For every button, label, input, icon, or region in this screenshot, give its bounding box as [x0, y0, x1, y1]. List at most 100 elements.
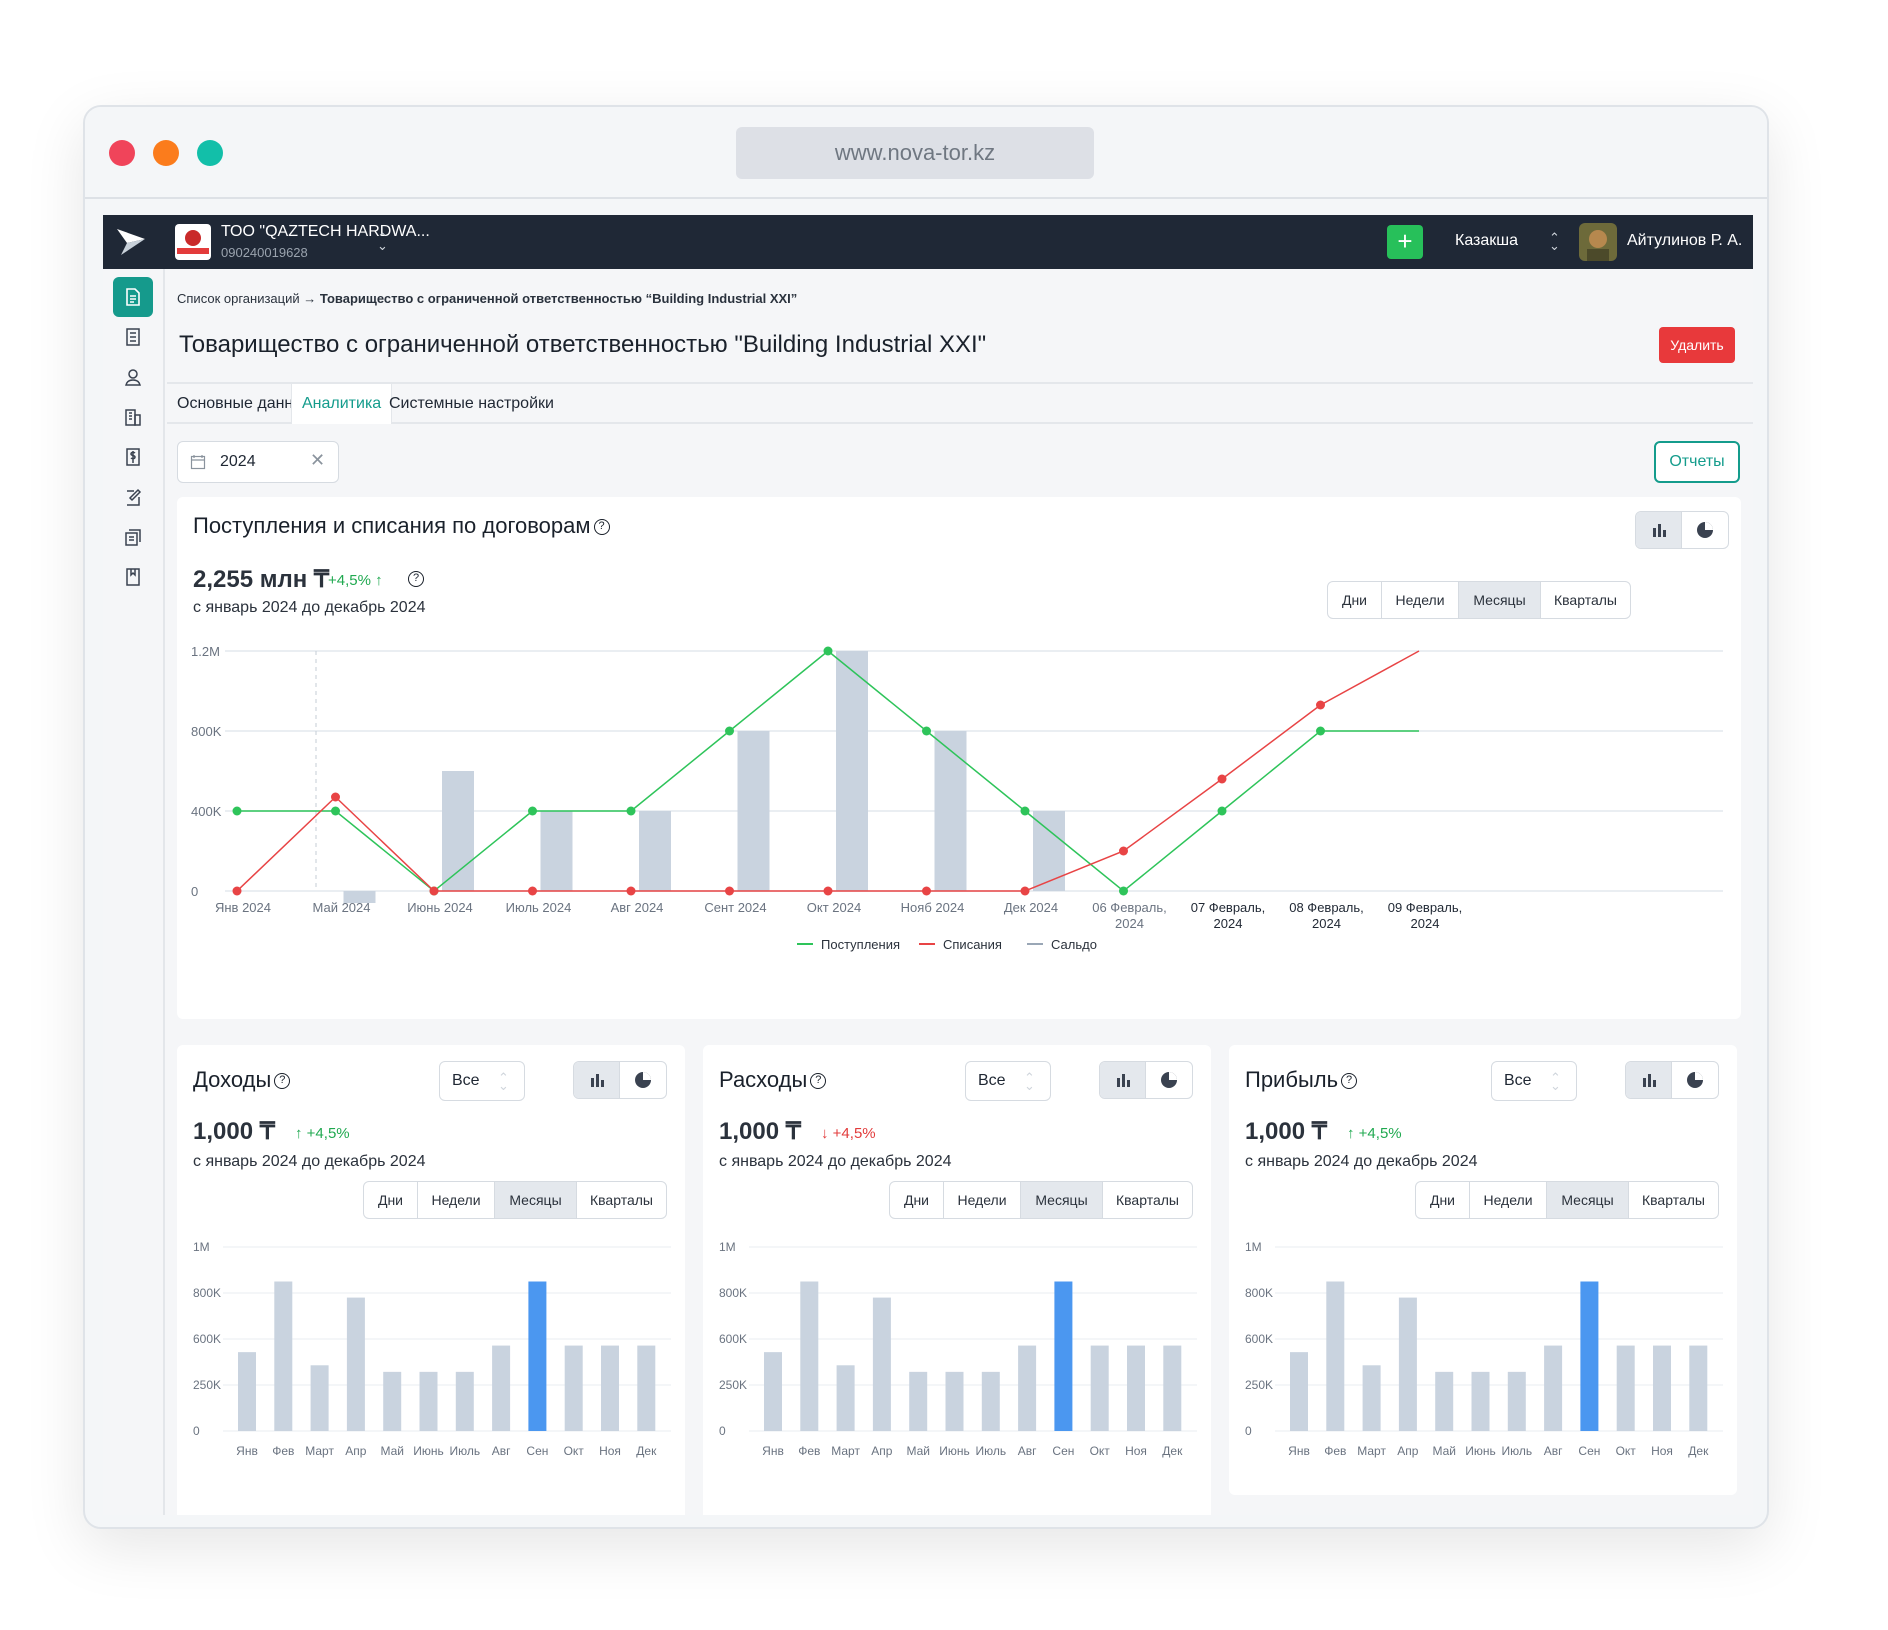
month-bar[interactable] — [238, 1352, 256, 1431]
granularity-weeks[interactable]: Недели — [1382, 582, 1459, 618]
month-bar[interactable] — [1398, 1297, 1417, 1431]
income-point[interactable] — [528, 806, 537, 816]
month-bar[interactable] — [909, 1371, 928, 1431]
minimize-window-button[interactable] — [153, 140, 179, 166]
month-bar[interactable] — [800, 1281, 819, 1432]
delete-button[interactable]: Удалить — [1659, 327, 1735, 363]
income-point[interactable] — [823, 646, 833, 656]
balance-bar[interactable] — [442, 771, 474, 891]
main-total-help-icon[interactable]: ? — [408, 571, 424, 587]
reports-button[interactable]: Отчеты — [1654, 441, 1740, 483]
income-point[interactable] — [725, 726, 734, 736]
balance-bar[interactable] — [934, 731, 967, 891]
user-name[interactable]: Айтулинов Р. А. — [1627, 232, 1742, 250]
month-bar[interactable] — [419, 1371, 438, 1431]
sidebar-item-book[interactable] — [113, 557, 153, 597]
expense-point[interactable] — [429, 886, 439, 896]
pie-chart-view-button[interactable] — [1672, 1062, 1718, 1098]
income-point[interactable] — [1316, 726, 1325, 736]
bar-chart-view-button[interactable] — [1626, 1062, 1672, 1098]
month-bar[interactable] — [1326, 1281, 1345, 1432]
sidebar-item-buildings[interactable] — [113, 397, 153, 437]
granularity-quarters[interactable]: Кварталы — [577, 1182, 666, 1218]
month-bar[interactable] — [1090, 1345, 1109, 1431]
income-point[interactable] — [1119, 886, 1128, 896]
granularity-months[interactable]: Месяцы — [1547, 1182, 1629, 1218]
language-chevron-icon[interactable]: ⌃ ⌄ — [1549, 231, 1560, 252]
pie-chart-view-button[interactable] — [1682, 512, 1728, 548]
granularity-quarters[interactable]: Кварталы — [1103, 1182, 1192, 1218]
type-select[interactable]: Все ⌃ ⌄ — [965, 1061, 1051, 1101]
granularity-weeks[interactable]: Недели — [418, 1182, 495, 1218]
legend-item[interactable]: Списания — [943, 937, 1002, 952]
sidebar-item-users[interactable] — [113, 357, 153, 397]
type-select[interactable]: Все ⌃ ⌄ — [1491, 1061, 1577, 1101]
clear-filter-icon[interactable]: ✕ — [310, 450, 325, 471]
month-bar[interactable] — [310, 1365, 329, 1431]
month-bar[interactable] — [1471, 1371, 1490, 1431]
month-bar[interactable] — [601, 1345, 619, 1431]
month-bar[interactable] — [1290, 1352, 1308, 1431]
bar-chart-view-button[interactable] — [1636, 512, 1682, 548]
app-logo-icon[interactable] — [113, 225, 149, 259]
bar-chart-view-button[interactable] — [1100, 1062, 1146, 1098]
maximize-window-button[interactable] — [197, 140, 223, 166]
month-bar[interactable] — [1580, 1281, 1599, 1432]
month-bar[interactable] — [1544, 1345, 1563, 1431]
year-filter-input[interactable]: 2024 ✕ — [177, 441, 339, 483]
granularity-days[interactable]: Дни — [1328, 582, 1382, 618]
month-bar[interactable] — [945, 1371, 964, 1431]
granularity-days[interactable]: Дни — [364, 1182, 418, 1218]
month-bar[interactable] — [1163, 1345, 1182, 1431]
month-bar[interactable] — [1435, 1371, 1454, 1431]
income-point[interactable] — [1020, 806, 1030, 816]
income-point[interactable] — [1217, 806, 1227, 816]
month-bar[interactable] — [872, 1297, 891, 1431]
income-point[interactable] — [922, 726, 931, 736]
month-bar[interactable] — [1653, 1345, 1671, 1431]
help-icon[interactable]: ? — [1341, 1073, 1358, 1090]
month-bar[interactable] — [836, 1365, 855, 1431]
expense-point[interactable] — [331, 792, 340, 802]
tab-system-settings[interactable]: Системные настройки — [379, 384, 564, 424]
granularity-months[interactable]: Месяцы — [1021, 1182, 1103, 1218]
language-select[interactable]: Казакша — [1455, 232, 1518, 250]
organization-logo[interactable] — [175, 224, 211, 260]
income-point[interactable] — [331, 806, 340, 816]
expense-point[interactable] — [626, 886, 636, 896]
expense-point[interactable] — [1020, 886, 1030, 896]
month-bar[interactable] — [1054, 1281, 1073, 1432]
sidebar-item-finance[interactable] — [113, 437, 153, 477]
month-bar[interactable] — [764, 1352, 782, 1431]
balance-bar[interactable] — [836, 651, 868, 891]
legend-item[interactable]: Поступления — [821, 937, 900, 952]
granularity-weeks[interactable]: Недели — [944, 1182, 1021, 1218]
month-bar[interactable] — [637, 1345, 656, 1431]
month-bar[interactable] — [383, 1371, 402, 1431]
month-bar[interactable] — [1616, 1345, 1635, 1431]
income-point[interactable] — [232, 806, 242, 816]
granularity-weeks[interactable]: Недели — [1470, 1182, 1547, 1218]
avatar[interactable] — [1579, 223, 1617, 261]
help-icon[interactable]: ? — [593, 519, 610, 536]
expense-point[interactable] — [528, 886, 537, 896]
expense-point[interactable] — [232, 886, 242, 896]
help-icon[interactable]: ? — [810, 1073, 827, 1090]
pie-chart-view-button[interactable] — [620, 1062, 666, 1098]
expense-point[interactable] — [725, 886, 734, 896]
type-select[interactable]: Все ⌃ ⌄ — [439, 1061, 525, 1101]
tab-analytics[interactable]: Аналитика — [291, 384, 393, 424]
granularity-days[interactable]: Дни — [890, 1182, 944, 1218]
breadcrumb-root-link[interactable]: Список организаций → — [177, 291, 316, 306]
month-bar[interactable] — [528, 1281, 547, 1432]
income-point[interactable] — [626, 806, 636, 816]
granularity-months[interactable]: Месяцы — [1459, 582, 1541, 618]
help-icon[interactable]: ? — [274, 1073, 291, 1090]
add-button[interactable]: + — [1387, 225, 1423, 259]
month-bar[interactable] — [981, 1371, 1000, 1431]
sidebar-item-copies[interactable] — [113, 517, 153, 557]
month-bar[interactable] — [492, 1345, 511, 1431]
balance-bar[interactable] — [639, 811, 671, 891]
sidebar-item-contracts[interactable] — [113, 477, 153, 517]
month-bar[interactable] — [1689, 1345, 1708, 1431]
